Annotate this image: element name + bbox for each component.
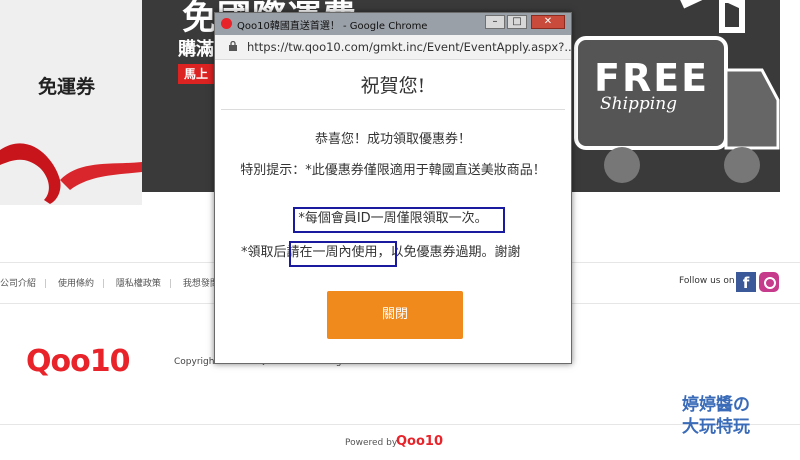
footer-separator: | <box>101 279 105 289</box>
close-button[interactable]: 關閉 <box>327 291 463 339</box>
notice-message: 特別提示：*此優惠券僅限適用于韓國直送美妝商品！ <box>240 163 546 178</box>
footer-separator: | <box>168 279 172 289</box>
qoo10-favicon-icon <box>221 18 232 29</box>
instagram-icon[interactable] <box>759 272 779 292</box>
watermark-line2: 大玩特玩 <box>682 417 750 437</box>
footer-link-privacy[interactable]: 隱私權政策 <box>116 279 161 289</box>
follow-label: Follow us on <box>679 276 735 286</box>
facebook-icon[interactable]: f <box>736 272 756 292</box>
qoo10-logo[interactable]: Qoo10 <box>26 344 130 379</box>
maximize-button[interactable]: □ <box>507 15 527 29</box>
footer-link-about[interactable]: 公司介紹 <box>0 279 36 289</box>
footer-link-terms[interactable]: 使用條約 <box>58 279 94 289</box>
footer-divider-bottom <box>0 424 800 425</box>
shipping-text: Shipping <box>600 94 678 114</box>
powered-by-logo: Qoo10 <box>396 434 444 449</box>
ribbon-decoration <box>0 143 142 204</box>
address-bar[interactable]: https://tw.qoo10.com/gmkt.inc/Event/Even… <box>215 35 575 60</box>
coupon-side-panel: 免運券 <box>0 0 142 205</box>
watermark: 婷婷醬の 大玩特玩 <box>682 394 750 438</box>
minimize-button[interactable]: – <box>485 15 505 29</box>
highlight-box-usage <box>289 241 397 267</box>
highlight-box-limit <box>293 207 505 233</box>
window-title: Qoo10韓國直送首選！ - Google Chrome <box>237 21 428 32</box>
watermark-line1: 婷婷醬の <box>682 395 750 415</box>
url-text[interactable]: https://tw.qoo10.com/gmkt.inc/Event/Even… <box>247 40 575 54</box>
window-titlebar[interactable]: Qoo10韓國直送首選！ - Google Chrome – □ ✕ <box>215 13 571 35</box>
heading-divider <box>221 109 565 110</box>
footer-links: 公司介紹 | 使用條約 | 隱私權政策 | 我想發問 <box>0 276 227 289</box>
close-window-button[interactable]: ✕ <box>531 15 565 29</box>
powered-by-label: Powered by <box>345 438 398 448</box>
popup-window: Qoo10韓國直送首選！ - Google Chrome – □ ✕ https… <box>214 12 575 364</box>
lock-icon <box>229 41 237 51</box>
success-message: 恭喜您！成功領取優惠券！ <box>314 132 471 147</box>
footer-separator: | <box>44 279 48 289</box>
banner-subline: 購滿 <box>178 39 214 60</box>
coupon-label: 免運券 <box>38 76 96 98</box>
popup-heading: 祝賀您! <box>360 75 426 97</box>
